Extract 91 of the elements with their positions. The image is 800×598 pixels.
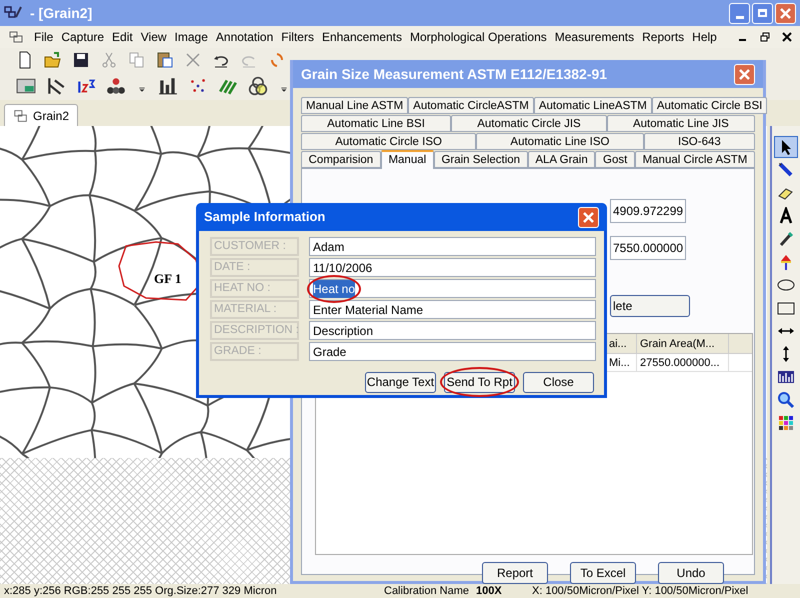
pixel-size: X: 100/50Micron/Pixel Y: 100/50Micron/Pixel (532, 584, 748, 598)
calculator-icon[interactable] (16, 76, 36, 96)
minimize-button[interactable] (729, 2, 750, 24)
menu-item[interactable]: Morphological Operations (410, 28, 547, 46)
rotate-icon[interactable] (268, 51, 286, 69)
tab[interactable]: Automatic Circle JIS (451, 115, 607, 132)
tab[interactable]: Automatic CircleASTM (408, 97, 534, 114)
tab[interactable]: Automatic Line JIS (606, 115, 755, 132)
close-icon (780, 8, 791, 18)
menu-item[interactable]: Edit (112, 28, 133, 46)
close-icon (583, 212, 594, 222)
close-icon[interactable] (782, 32, 792, 42)
molecule-icon[interactable] (106, 76, 126, 96)
field-label: DATE : (210, 258, 299, 277)
window-title: - [Grain2] (30, 4, 92, 23)
close-button[interactable] (578, 206, 599, 228)
grain-label: GF 1 (154, 270, 182, 288)
field-value: 11/10/2006 (313, 260, 372, 276)
text-field[interactable]: Adam (309, 237, 596, 256)
tab[interactable]: ALA Grain (528, 151, 596, 168)
menu-item[interactable]: Measurements (554, 28, 634, 46)
dialog-button[interactable]: Undo (658, 562, 724, 584)
value-field[interactable]: 7550.000000 (610, 236, 686, 260)
folder-icon[interactable] (44, 51, 62, 69)
field-label: GRADE : (210, 342, 299, 361)
dialog-button[interactable]: To Excel (570, 562, 636, 584)
clipboard-icon[interactable] (156, 51, 174, 69)
app-icon (4, 5, 22, 21)
measuring-icon[interactable] (46, 76, 66, 96)
restore-icon[interactable] (760, 32, 770, 42)
menu-item[interactable]: View (140, 28, 167, 46)
pen-icon (777, 161, 795, 179)
tab[interactable]: Automatic Circle BSI (652, 97, 768, 114)
tab[interactable]: Manual (380, 150, 434, 169)
tab[interactable]: Comparision (301, 151, 381, 168)
menu-item[interactable]: Filters (281, 28, 314, 46)
field-label: DESCRIPTION : (210, 321, 299, 340)
dialog-button[interactable]: Send To Rpt (444, 372, 515, 392)
text-tool-icon (777, 207, 795, 225)
dialog-button[interactable]: Report (482, 562, 548, 584)
field-value: Grade (313, 344, 346, 360)
document-icon (13, 108, 29, 124)
menu-item[interactable]: Reports (642, 28, 684, 46)
column-header[interactable]: Grain Area(M... (637, 334, 729, 353)
tab[interactable]: Automatic LineASTM (534, 97, 652, 114)
tab[interactable]: ISO-643 (644, 133, 755, 150)
delete-button[interactable]: lete (610, 295, 690, 317)
text-field[interactable]: Enter Material Name (309, 300, 596, 319)
histogram-icon (777, 368, 795, 386)
tool-button[interactable] (774, 136, 798, 158)
calibration-label: Calibration Name (384, 584, 470, 598)
field-value: Enter Material Name (313, 302, 424, 318)
menu-item[interactable]: Image (174, 28, 208, 46)
venn-icon[interactable] (248, 76, 268, 96)
text-field[interactable]: 11/10/2006 (309, 258, 596, 277)
tab[interactable]: Grain Selection (434, 151, 528, 168)
dialog-title: Sample Information (204, 208, 326, 226)
field-label: HEAT NO : (210, 279, 299, 298)
menu-item[interactable]: File (34, 28, 54, 46)
tab[interactable]: Automatic Line ISO (476, 133, 644, 150)
status-coordinates: x:285 y:256 RGB:255 255 255 Org.Size:277 329 Micron (4, 584, 278, 598)
bar-chart-icon[interactable] (158, 76, 178, 96)
tab[interactable]: Automatic Line BSI (301, 115, 452, 132)
tab[interactable]: Manual Circle ASTM (634, 151, 756, 168)
document-tab[interactable]: Grain2 (4, 104, 78, 126)
field-label: CUSTOMER : (210, 237, 299, 256)
text-field[interactable]: Grade (309, 342, 596, 361)
text-field[interactable]: Description (309, 321, 596, 340)
close-button[interactable] (734, 64, 755, 84)
menu-item[interactable]: Annotation (216, 28, 274, 46)
dialog-title: Grain Size Measurement ASTM E112/E1382-91 (301, 64, 608, 84)
dialog-button[interactable]: Close (523, 372, 594, 392)
field-label: MATERIAL : (210, 300, 299, 319)
menu-item[interactable]: Help (692, 28, 717, 46)
close-icon (739, 68, 750, 80)
close-button[interactable] (775, 2, 796, 24)
menu-item[interactable]: Capture (61, 28, 104, 46)
table-cell: 27550.000000... (637, 354, 729, 371)
field-value: Adam (313, 238, 344, 256)
value-field[interactable]: 4909.972299 (610, 199, 686, 223)
menu-item[interactable]: Enhancements (322, 28, 402, 46)
dropper-icon (777, 230, 795, 248)
search-icon (777, 391, 795, 409)
calibration-value: 100X (476, 584, 503, 598)
dialog-button[interactable]: Change Text (365, 372, 436, 392)
field-value: Description (313, 322, 374, 340)
tab[interactable]: Manual Line ASTM (301, 97, 408, 114)
tab[interactable]: Automatic Circle ISO (301, 133, 476, 150)
restore-button[interactable] (752, 2, 773, 24)
tab[interactable]: Gost (595, 151, 635, 168)
color-palette-icon (777, 414, 795, 432)
